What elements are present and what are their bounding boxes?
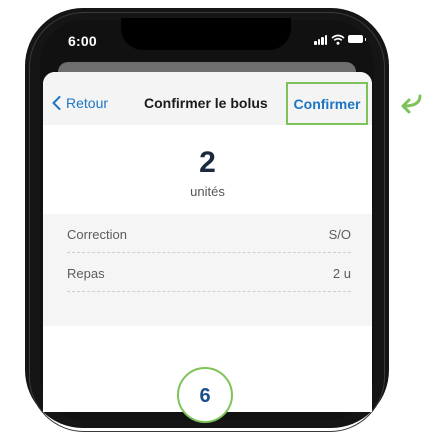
wifi-icon (331, 34, 345, 45)
detail-row-meal: Repas 2 u (67, 255, 351, 292)
phone-notch (121, 18, 291, 50)
page-title: Confirmer le bolus (144, 95, 268, 111)
chevron-left-icon (52, 96, 61, 110)
bolus-units-value: 2 (199, 146, 216, 179)
step-number-badge: 6 (177, 367, 233, 423)
signal-icon (314, 34, 328, 45)
confirm-button[interactable]: Confirmer (286, 82, 368, 125)
battery-icon (348, 35, 366, 43)
detail-value: 2 u (332, 265, 351, 281)
arrow-left-icon (401, 94, 422, 114)
confirm-button-label: Confirmer (293, 95, 361, 112)
status-time: 6:00 (68, 33, 97, 49)
bolus-units-label: unités (190, 184, 225, 199)
detail-row-correction: Correction S/O (67, 216, 351, 253)
step-number: 6 (199, 385, 211, 407)
detail-label: Repas (67, 265, 105, 281)
back-button-label: Retour (66, 95, 109, 111)
detail-value: S/O (328, 226, 351, 242)
detail-label: Correction (67, 226, 127, 242)
back-button[interactable]: Retour (52, 95, 108, 111)
